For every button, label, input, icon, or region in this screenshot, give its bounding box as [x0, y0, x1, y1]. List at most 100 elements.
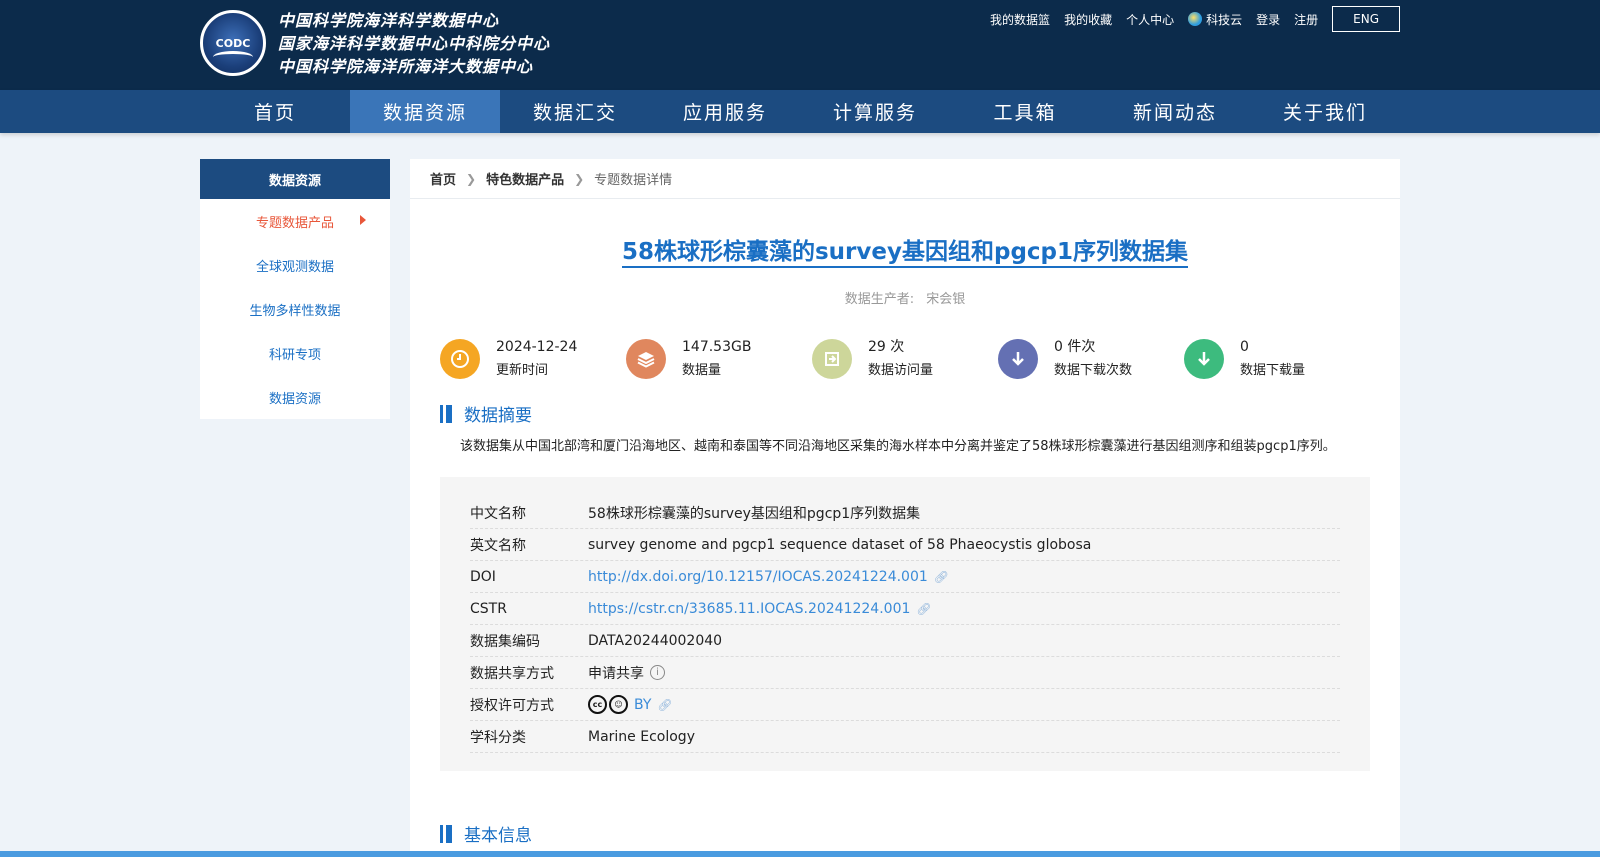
info-label: DOI — [470, 568, 496, 585]
layers-icon — [626, 339, 666, 379]
info-value: 申请共享 — [588, 665, 644, 682]
logo-abbr: CODC — [215, 36, 251, 50]
enter-icon — [812, 339, 852, 379]
info-label: 中文名称 — [470, 505, 526, 522]
download-icon — [1184, 339, 1224, 379]
stat-download-count: 0 件次数据下载次数 — [998, 335, 1184, 383]
dataset-title-wrap: 58株球形棕囊藻的survey基因组和pgcp1序列数据集 — [410, 232, 1400, 268]
bottom-scroll-bar — [0, 851, 1600, 857]
stats-row: 2024-12-24 更新时间 147.53GB 数据量 29 次数据访问量 0 件… — [410, 335, 1400, 383]
info-row-code: 数据集编码 DATA20244002040 — [470, 625, 1340, 657]
attribution-icon: ☺ — [609, 695, 628, 714]
stat-value: 0 — [1240, 339, 1249, 355]
stat-label: 更新时间 — [496, 363, 549, 378]
info-row-en-name: 英文名称 survey genome and pgcp1 sequence da… — [470, 529, 1340, 561]
cstr-link[interactable]: https://cstr.cn/33685.11.IOCAS.20241224.… — [588, 601, 910, 617]
info-label: 学科分类 — [470, 729, 526, 746]
site-header: CODC 中国科学院海洋科学数据中心 国家海洋科学数据中心中科院分中心 中国科学… — [0, 0, 1600, 90]
info-row-share: 数据共享方式 申请共享 i — [470, 657, 1340, 689]
main-content: 首页 ❯ 特色数据产品 ❯ 专题数据详情 58株球形棕囊藻的survey基因组和… — [410, 159, 1400, 857]
link-icon[interactable]: 🔗︎ — [657, 698, 672, 712]
info-label: CSTR — [470, 600, 507, 617]
download-icon — [998, 339, 1038, 379]
sidebar-item-thematic-products[interactable]: 专题数据产品 — [200, 199, 390, 243]
nav-data-resources[interactable]: 数据资源 — [350, 90, 500, 133]
info-label: 英文名称 — [470, 537, 526, 554]
stat-data-volume: 147.53GB 数据量 — [626, 335, 812, 383]
nav-data-submission[interactable]: 数据汇交 — [500, 90, 650, 133]
info-row-cstr: CSTR https://cstr.cn/33685.11.IOCAS.2024… — [470, 593, 1340, 625]
sidebar-item-biodiversity[interactable]: 生物多样性数据 — [200, 287, 390, 331]
logo-line-1: 中国科学院海洋科学数据中心 — [278, 11, 500, 30]
stat-download-volume: 0 数据下载量 — [1184, 335, 1370, 383]
login-link[interactable]: 登录 — [1256, 11, 1280, 28]
my-favorites-link[interactable]: 我的收藏 — [1064, 11, 1112, 28]
register-link[interactable]: 注册 — [1294, 11, 1318, 28]
nav-news[interactable]: 新闻动态 — [1100, 90, 1250, 133]
stat-label: 数据下载次数 — [1054, 363, 1133, 378]
stat-label: 数据访问量 — [868, 363, 934, 378]
abstract-text: 该数据集从中国北部湾和厦门沿海地区、越南和泰国等不同沿海地区采集的海水样本中分离… — [460, 439, 1336, 454]
my-data-basket-link[interactable]: 我的数据篮 — [990, 11, 1050, 28]
info-label: 数据共享方式 — [470, 665, 554, 682]
creative-commons-icon: cc — [588, 695, 607, 714]
chevron-right-icon: ❯ — [466, 171, 477, 186]
clock-icon — [440, 339, 480, 379]
breadcrumb-home[interactable]: 首页 — [430, 169, 456, 188]
info-value: 58株球形棕囊藻的survey基因组和pgcp1序列数据集 — [588, 505, 921, 522]
info-value: Marine Ecology — [588, 728, 695, 745]
stat-value: 2024-12-24 — [496, 339, 578, 355]
nav-computing-services[interactable]: 计算服务 — [800, 90, 950, 133]
producer-line: 数据生产者: 宋会银 — [410, 288, 1400, 307]
nav-home[interactable]: 首页 — [200, 90, 350, 133]
language-button[interactable]: ENG — [1332, 6, 1400, 32]
stat-update-time: 2024-12-24 更新时间 — [440, 335, 626, 383]
info-value: DATA20244002040 — [588, 632, 723, 649]
section-title: 数据摘要 — [464, 406, 532, 426]
globe-icon — [1188, 11, 1203, 26]
stat-visits: 29 次数据访问量 — [812, 335, 998, 383]
info-row-cn-name: 中文名称 58株球形棕囊藻的survey基因组和pgcp1序列数据集 — [470, 497, 1340, 529]
personal-center-link[interactable]: 个人中心 — [1126, 11, 1174, 28]
nav-application-services[interactable]: 应用服务 — [650, 90, 800, 133]
doi-link[interactable]: http://dx.doi.org/10.12157/IOCAS.2024122… — [588, 569, 928, 585]
stat-value: 147.53GB — [682, 339, 752, 355]
section-bar-icon — [440, 824, 452, 843]
section-bar-icon — [440, 404, 452, 423]
info-label: 数据集编码 — [470, 633, 540, 650]
basic-info-heading: 基本信息 — [410, 821, 1400, 846]
sidebar: 数据资源 专题数据产品 全球观测数据 生物多样性数据 科研专项 数据资源 — [200, 159, 390, 419]
nav-about-us[interactable]: 关于我们 — [1250, 90, 1400, 133]
stat-label: 数据下载量 — [1240, 363, 1306, 378]
sidebar-item-data-resources[interactable]: 数据资源 — [200, 375, 390, 419]
license-link[interactable]: BY — [634, 697, 651, 713]
link-icon[interactable]: 🔗︎ — [934, 570, 949, 584]
science-cloud-label: 科技云 — [1206, 12, 1243, 27]
producer-label: 数据生产者: — [844, 292, 915, 307]
sidebar-item-label: 专题数据产品 — [255, 215, 334, 231]
sidebar-item-research-projects[interactable]: 科研专项 — [200, 331, 390, 375]
breadcrumb: 首页 ❯ 特色数据产品 ❯ 专题数据详情 — [410, 159, 1400, 199]
link-icon[interactable]: 🔗︎ — [916, 602, 931, 616]
stat-value: 0 件次 — [1054, 339, 1096, 355]
nav-toolbox[interactable]: 工具箱 — [950, 90, 1100, 133]
caret-right-icon — [360, 215, 366, 225]
logo-line-3: 中国科学院海洋所海洋大数据中心 — [278, 57, 534, 76]
info-row-doi: DOI http://dx.doi.org/10.12157/IOCAS.202… — [470, 561, 1340, 593]
logo-line-2: 国家海洋科学数据中心中科院分中心 — [278, 34, 551, 53]
codc-logo[interactable]: CODC — [200, 10, 266, 76]
info-label: 授权许可方式 — [470, 697, 554, 714]
info-icon[interactable]: i — [650, 665, 665, 680]
sidebar-title: 数据资源 — [200, 159, 390, 199]
stat-label: 数据量 — [682, 363, 722, 378]
section-title: 基本信息 — [464, 826, 532, 846]
breadcrumb-featured-products[interactable]: 特色数据产品 — [486, 169, 564, 188]
breadcrumb-current: 专题数据详情 — [594, 173, 673, 188]
stat-value: 29 次 — [868, 339, 905, 355]
chevron-right-icon: ❯ — [574, 171, 585, 186]
sidebar-item-global-observation[interactable]: 全球观测数据 — [200, 243, 390, 287]
logo-text[interactable]: 中国科学院海洋科学数据中心 国家海洋科学数据中心中科院分中心 中国科学院海洋所海… — [278, 9, 550, 78]
abstract-heading: 数据摘要 — [410, 401, 1400, 426]
science-cloud-link[interactable]: 科技云 — [1188, 11, 1242, 28]
dataset-title[interactable]: 58株球形棕囊藻的survey基因组和pgcp1序列数据集 — [621, 239, 1189, 268]
